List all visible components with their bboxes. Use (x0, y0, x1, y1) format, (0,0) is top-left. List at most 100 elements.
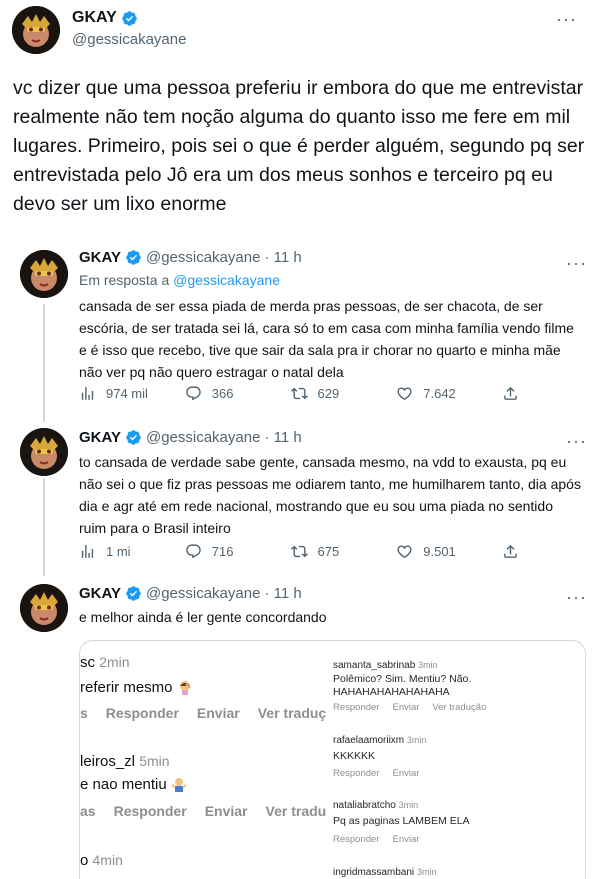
comment-text: Polêmico? Sim. Mentiu? Não. (333, 673, 472, 685)
like-button[interactable]: 9.501 (396, 543, 476, 560)
comment-action-fragment[interactable]: s (80, 705, 88, 721)
reply-count: 366 (211, 386, 234, 401)
retweet-button[interactable]: 629 (290, 385, 371, 402)
share-icon (504, 386, 517, 400)
reply-link[interactable]: Responder (333, 834, 379, 845)
retweet-count: 629 (317, 386, 340, 401)
comment-actions: as Responder Enviar Ver tradu (80, 803, 326, 819)
comment-text: e nao mentiu (80, 776, 187, 793)
avatar[interactable] (20, 428, 68, 476)
comment-header: rafaelaamoriixm 3min (333, 735, 426, 746)
translate-link[interactable]: Ver tradu (266, 803, 327, 819)
author-name-text: GKAY (72, 9, 117, 26)
retweet-icon (290, 387, 308, 400)
comment-user: rafaelaamoriixm (333, 735, 405, 746)
comment-header: sc 2min (80, 654, 130, 671)
views-icon (81, 387, 94, 400)
reply-link[interactable]: Responder (333, 768, 379, 779)
comment-text: Pq as paginas LAMBEM ELA (333, 815, 470, 827)
attached-image[interactable]: sc 2min referir mesmo s Responder Enviar… (79, 640, 586, 879)
comment-user: o (80, 852, 89, 869)
views-count: 1 mi (106, 544, 131, 559)
reply-context: Em resposta a @gessicakayane (79, 272, 280, 288)
translate-link[interactable]: Ver tradução (432, 702, 486, 713)
author-handle[interactable]: @gessicakayane (146, 585, 260, 602)
verified-badge-icon (126, 430, 141, 445)
send-link[interactable]: Enviar (392, 834, 419, 845)
comment-header: ingridmassambani 3min (333, 867, 436, 878)
retweet-button[interactable]: 675 (290, 543, 371, 560)
comment-user: leiros_zl (80, 753, 136, 770)
comment-time: 3min (406, 735, 427, 745)
author-handle[interactable]: @gessicakayane (146, 429, 260, 446)
tweet-header: GKAY @gessicakayane · 11 h (79, 429, 302, 446)
send-link[interactable]: Enviar (197, 705, 240, 721)
share-button[interactable] (502, 543, 519, 560)
reply-button[interactable]: 366 (185, 385, 265, 402)
reply-icon (185, 386, 201, 401)
comment-action-fragment[interactable]: as (80, 803, 96, 819)
comment-user: nataliabratcho (333, 800, 396, 811)
author-name[interactable]: GKAY (79, 429, 121, 446)
comments-panel-right: samanta_sabrinab 3min Polêmico? Sim. Men… (333, 641, 585, 879)
send-link[interactable]: Enviar (392, 702, 419, 713)
reply-link[interactable]: Responder (114, 803, 187, 819)
avatar[interactable] (20, 250, 68, 298)
comment-text: HAHAHAHAHAHAHAHA (333, 686, 450, 698)
comment-header: leiros_zl 5min (80, 753, 170, 770)
more-options-icon[interactable]: ··· (566, 432, 587, 450)
more-options-icon[interactable]: ··· (566, 588, 587, 606)
like-count: 7.642 (423, 386, 456, 401)
comment-text-content: referir mesmo (80, 679, 173, 696)
comment-time: 4min (92, 852, 123, 868)
comment-text-content: e nao mentiu (80, 776, 167, 793)
tweet-time[interactable]: · 11 h (264, 429, 301, 446)
reply-link[interactable]: Responder (333, 702, 379, 713)
retweet-icon (290, 545, 308, 558)
views-icon (81, 545, 94, 558)
comment-user: sc (80, 654, 95, 671)
comment-time: 2min (99, 654, 130, 670)
tweet-actions: 974 mil 366 629 7.642 (79, 385, 519, 402)
author-name[interactable]: GKAY (79, 249, 121, 266)
views-button[interactable]: 1 mi (79, 543, 159, 560)
thread-connector (43, 478, 45, 576)
views-count: 974 mil (106, 386, 148, 401)
avatar[interactable] (20, 584, 68, 632)
reply-to-link[interactable]: @gessicakayane (173, 272, 280, 288)
tweet-header: GKAY @gessicakayane · 11 h (79, 585, 302, 602)
send-link[interactable]: Enviar (205, 803, 248, 819)
tweet-text: e melhor ainda é ler gente concordando (79, 609, 327, 625)
author-handle[interactable]: @gessicakayane (72, 31, 186, 48)
heart-icon (397, 387, 412, 400)
share-button[interactable] (502, 385, 519, 402)
tweet-time[interactable]: · 11 h (264, 585, 301, 602)
like-button[interactable]: 7.642 (396, 385, 476, 402)
views-button[interactable]: 974 mil (79, 385, 159, 402)
comment-text: referir mesmo (80, 679, 193, 696)
tweet-header: GKAY @gessicakayane · 11 h (79, 249, 302, 266)
reply-prefix: Em resposta a (79, 272, 174, 288)
comment-actions: Responder Enviar (333, 834, 419, 845)
tweet-actions: 1 mi 716 675 9.501 (79, 543, 519, 560)
reply-button[interactable]: 716 (185, 543, 265, 560)
more-options-icon[interactable]: ··· (566, 254, 587, 272)
tweet-text: cansada de ser essa piada de merda pras … (79, 298, 574, 380)
translate-link[interactable]: Ver traduç (258, 705, 326, 721)
send-link[interactable]: Enviar (392, 768, 419, 779)
author-name[interactable]: GKAY (79, 585, 121, 602)
author-name[interactable]: GKAY (72, 9, 138, 27)
tweet-text: to cansada de verdade sabe gente, cansad… (79, 454, 581, 536)
reply-link[interactable]: Responder (106, 705, 179, 721)
verified-badge-icon (122, 10, 137, 26)
shrug-emoji-icon (171, 778, 187, 792)
verified-badge-icon (126, 250, 141, 265)
avatar[interactable] (12, 6, 60, 54)
reply-icon (185, 544, 201, 559)
reply-count: 716 (211, 544, 234, 559)
comment-header: nataliabratcho 3min (333, 800, 418, 811)
tweet-time[interactable]: · 11 h (264, 249, 301, 266)
author-handle[interactable]: @gessicakayane (146, 249, 260, 266)
more-options-icon[interactable]: ··· (556, 10, 577, 28)
comment-header: samanta_sabrinab 3min (333, 660, 438, 671)
